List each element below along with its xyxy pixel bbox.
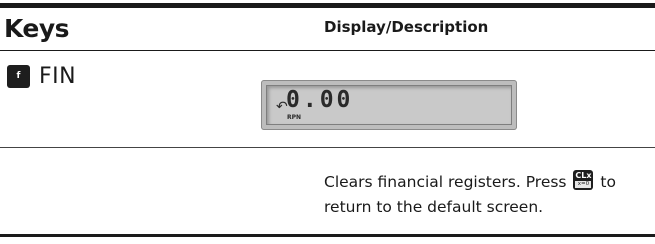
mode-indicator: RPN xyxy=(287,114,302,121)
description-part-1: Clears financial registers. Press xyxy=(324,173,567,191)
f-shift-key-icon: f xyxy=(7,64,30,88)
clx-key-label: CLx xyxy=(575,171,592,180)
column-header-keys: Keys xyxy=(4,14,70,43)
key-sequence: f FIN xyxy=(7,61,76,91)
description-text: Clears financial registers. Press CLx x=… xyxy=(324,170,650,220)
row-divider xyxy=(0,147,655,148)
table-bottom-rule xyxy=(0,234,655,237)
clx-key-sublabel: x=0 xyxy=(575,181,592,188)
clx-key-icon: CLx x=0 xyxy=(573,170,594,190)
lcd-screen: ↶ 0.00 RPN xyxy=(266,85,512,125)
header-rule xyxy=(0,50,655,51)
calculator-display: ↶ 0.00 RPN xyxy=(261,80,517,130)
display-value: 0.00 xyxy=(286,87,354,113)
table-top-rule xyxy=(0,3,655,8)
key-name: FIN xyxy=(39,63,77,89)
column-header-description: Display/Description xyxy=(324,18,489,36)
